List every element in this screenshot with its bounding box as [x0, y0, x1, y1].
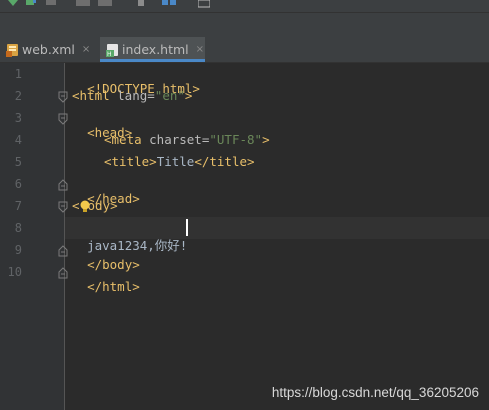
tab-label: web.xml — [22, 42, 75, 57]
code-line-2[interactable]: <html lang="en"> — [72, 88, 192, 103]
run-icon[interactable] — [8, 0, 18, 8]
svg-text:H: H — [107, 51, 112, 57]
fold-toggle-icon[interactable] — [58, 91, 68, 103]
tag-token: > — [262, 132, 270, 147]
tag-token: ody> — [87, 198, 118, 213]
line-number: 9 — [14, 243, 22, 257]
tag-token: > — [184, 88, 193, 103]
line-number: 3 — [14, 111, 22, 125]
text-token: Title — [156, 154, 195, 169]
close-icon[interactable]: × — [82, 44, 90, 55]
string-token: "UTF-8" — [209, 132, 263, 147]
line-number: 6 — [14, 177, 22, 191]
line-number: 2 — [14, 89, 22, 103]
tag-token: <html — [72, 88, 118, 103]
tab-web-xml[interactable]: web.xml × — [6, 37, 96, 62]
line-number: 5 — [14, 155, 22, 169]
tag-token: <title> — [104, 154, 157, 169]
tab-index-html[interactable]: H index.html × — [100, 37, 205, 62]
debug-icon[interactable] — [24, 0, 36, 8]
stop-icon[interactable] — [46, 0, 56, 8]
string-token: "en" — [154, 88, 185, 103]
attr-token: lang= — [117, 88, 155, 103]
code-line-10[interactable]: </html> — [72, 264, 140, 294]
line-number: 7 — [14, 199, 22, 213]
wrench-icon[interactable] — [136, 0, 146, 8]
tag-token: </html> — [87, 279, 140, 294]
line-number: 4 — [14, 133, 22, 147]
fold-end-icon[interactable] — [58, 179, 68, 191]
xml-file-icon — [6, 43, 18, 57]
active-tab-indicator — [100, 59, 205, 62]
text-caret — [186, 219, 188, 236]
editor-tabs: web.xml × H index.html × — [0, 13, 489, 63]
line-number: 1 — [14, 67, 22, 81]
tag-token: <meta — [104, 132, 150, 147]
fold-toggle-icon[interactable] — [58, 201, 68, 213]
save-icon[interactable] — [198, 0, 210, 8]
tab-label: index.html — [122, 42, 189, 57]
tag-token: < — [72, 198, 80, 213]
lightbulb-icon[interactable] — [80, 200, 90, 214]
html-file-icon: H — [106, 43, 118, 58]
tag-token: </title> — [194, 154, 255, 169]
fold-end-icon[interactable] — [58, 267, 68, 279]
close-icon[interactable]: × — [196, 44, 204, 55]
code-line-4[interactable]: <meta charset="UTF-8"> — [104, 132, 270, 147]
build-icon[interactable] — [76, 0, 90, 8]
fold-toggle-icon[interactable] — [58, 113, 68, 125]
attr-token: charset= — [149, 132, 210, 147]
line-number: 10 — [7, 265, 22, 279]
fold-end-icon[interactable] — [58, 245, 68, 257]
watermark: https://blog.csdn.net/qq_36205206 — [271, 385, 479, 400]
code-line-7[interactable]: < ody> — [72, 198, 118, 213]
code-line-5[interactable]: <title>Title</title> — [104, 154, 255, 169]
sdk-icon[interactable] — [98, 0, 112, 8]
structure-icon[interactable] — [162, 0, 176, 8]
main-toolbar — [0, 0, 489, 13]
line-number: 8 — [14, 221, 22, 235]
